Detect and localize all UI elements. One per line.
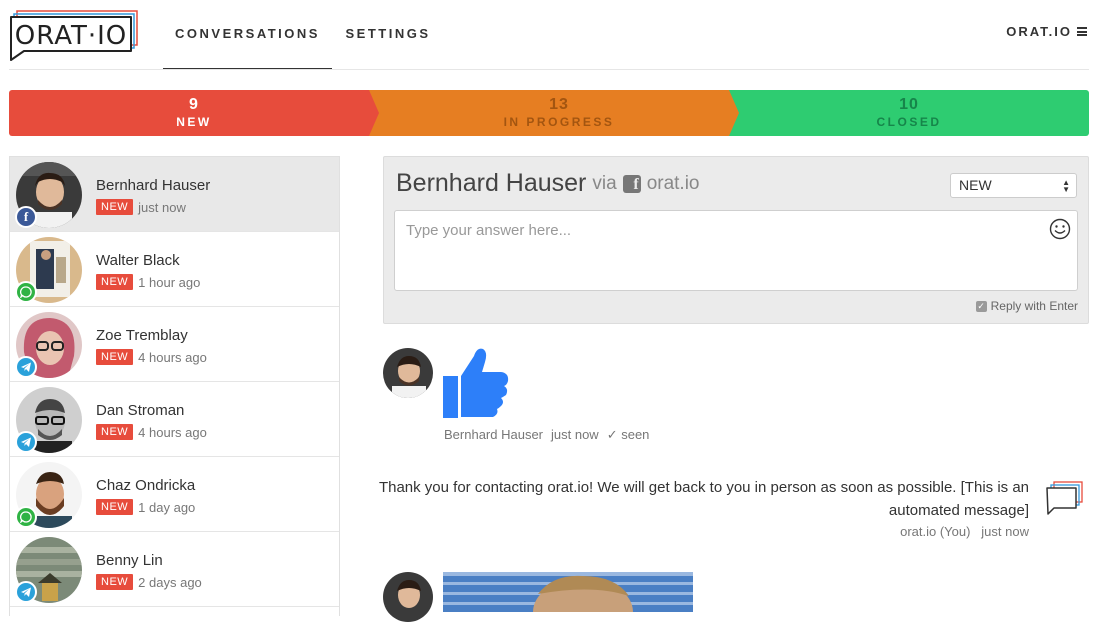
message-time: just now bbox=[551, 427, 599, 442]
logo-text: ORAT·IO bbox=[14, 21, 128, 51]
contact-name: Bernhard Hauser bbox=[96, 177, 211, 194]
account-label: ORAT.IO bbox=[1006, 24, 1072, 39]
timestamp: 1 hour ago bbox=[138, 274, 201, 290]
status-badge: NEW bbox=[96, 274, 134, 290]
conversation-contact-name: Bernhard Hauser bbox=[396, 169, 587, 197]
timestamp: 4 hours ago bbox=[138, 424, 207, 440]
source-name: orat.io bbox=[646, 172, 700, 194]
thumbs-up-sticker-icon bbox=[443, 348, 509, 418]
conversation-item[interactable]: Walter Black NEW 1 hour ago bbox=[10, 232, 339, 307]
tab-conversations[interactable]: CONVERSATIONS bbox=[163, 24, 332, 70]
status-new-filter[interactable]: 9 NEW bbox=[9, 90, 379, 136]
top-navigation: ORAT·IO CONVERSATIONS SETTINGS ORAT.IO bbox=[0, 0, 1098, 70]
conversation-item[interactable]: Zoe Tremblay NEW 4 hours ago bbox=[10, 307, 339, 382]
reply-with-enter-toggle[interactable]: ✓ Reply with Enter bbox=[975, 299, 1078, 313]
conversation-item[interactable]: Benny Lin NEW 2 days ago bbox=[10, 532, 339, 607]
status-new-count: 9 bbox=[189, 96, 199, 113]
conversation-list: f Bernhard Hauser NEW just now Walter Bl… bbox=[9, 156, 340, 616]
conversation-item[interactable]: Dan Stroman NEW 4 hours ago bbox=[10, 382, 339, 457]
timestamp: 4 hours ago bbox=[138, 349, 207, 365]
header-divider bbox=[9, 69, 1089, 70]
conversation-item[interactable]: f Bernhard Hauser NEW just now bbox=[10, 157, 339, 232]
message-meta: Bernhard Hauser just now ✓ seen bbox=[444, 427, 649, 443]
contact-name: Dan Stroman bbox=[96, 402, 185, 419]
answer-placeholder: Type your answer here... bbox=[406, 222, 572, 239]
conversation-status-select[interactable]: NEW ▲ ▼ bbox=[950, 173, 1077, 198]
status-select-value: NEW bbox=[959, 177, 992, 193]
checkbox-checked-icon[interactable]: ✓ bbox=[975, 300, 987, 312]
telegram-icon bbox=[15, 581, 37, 603]
seen-indicator: ✓ seen bbox=[606, 427, 650, 442]
answer-input[interactable]: Type your answer here... bbox=[394, 210, 1078, 291]
facebook-icon: f bbox=[622, 174, 641, 193]
timestamp: just now bbox=[138, 199, 186, 215]
automated-message-meta: orat.io (You) just now bbox=[700, 524, 1029, 539]
message-author: orat.io (You) bbox=[900, 524, 971, 539]
conversation-item[interactable]: Chaz Ondricka NEW 1 day ago bbox=[10, 457, 339, 532]
status-in-progress-count: 13 bbox=[549, 96, 569, 113]
automated-message-text: Thank you for contacting orat.io! We wil… bbox=[378, 479, 1029, 519]
timestamp: 1 day ago bbox=[138, 499, 196, 515]
status-new-label: NEW bbox=[176, 115, 212, 129]
reply-with-enter-label: Reply with Enter bbox=[990, 299, 1078, 313]
whatsapp-icon bbox=[15, 506, 37, 528]
status-badge: NEW bbox=[96, 424, 134, 440]
telegram-icon bbox=[15, 356, 37, 378]
status-badge: NEW bbox=[96, 199, 134, 215]
chat-bubbles-icon bbox=[1046, 481, 1083, 515]
account-menu[interactable]: ORAT.IO bbox=[1006, 24, 1087, 39]
message-author: Bernhard Hauser bbox=[444, 427, 543, 442]
contact-name: Zoe Tremblay bbox=[96, 327, 188, 344]
contact-name: Benny Lin bbox=[96, 552, 163, 569]
message-avatar bbox=[383, 348, 433, 398]
tab-settings[interactable]: SETTINGS bbox=[340, 24, 436, 70]
message-time: just now bbox=[981, 524, 1029, 539]
hamburger-menu-icon bbox=[1077, 27, 1087, 36]
status-in-progress-filter[interactable]: 13 IN PROGRESS bbox=[369, 90, 749, 136]
status-badge: NEW bbox=[96, 349, 134, 365]
select-arrows-icon: ▲ ▼ bbox=[1062, 178, 1070, 194]
status-closed-label: CLOSED bbox=[876, 115, 942, 129]
timestamp: 2 days ago bbox=[138, 574, 202, 590]
telegram-icon bbox=[15, 431, 37, 453]
status-badge: NEW bbox=[96, 499, 134, 515]
status-badge: NEW bbox=[96, 574, 134, 590]
message-avatar bbox=[383, 572, 433, 622]
status-closed-filter[interactable]: 10 CLOSED bbox=[729, 90, 1089, 136]
facebook-icon: f bbox=[15, 206, 37, 228]
via-label: via bbox=[592, 172, 617, 194]
contact-name: Chaz Ondricka bbox=[96, 477, 196, 494]
status-closed-count: 10 bbox=[899, 96, 919, 113]
conversation-header: Bernhard Hauser via f orat.io bbox=[396, 169, 700, 198]
emoji-smiley-icon[interactable] bbox=[1049, 218, 1071, 240]
reply-composer: Bernhard Hauser via f orat.io NEW ▲ ▼ Typ… bbox=[383, 156, 1089, 324]
message-photo[interactable] bbox=[443, 572, 693, 612]
status-in-progress-label: IN PROGRESS bbox=[503, 115, 615, 129]
contact-name: Walter Black bbox=[96, 252, 180, 269]
conversation-status-bar: 9 NEW 13 IN PROGRESS 10 CLOSED bbox=[9, 90, 1089, 136]
whatsapp-icon bbox=[15, 281, 37, 303]
orat-io-logo[interactable]: ORAT·IO bbox=[8, 8, 140, 62]
